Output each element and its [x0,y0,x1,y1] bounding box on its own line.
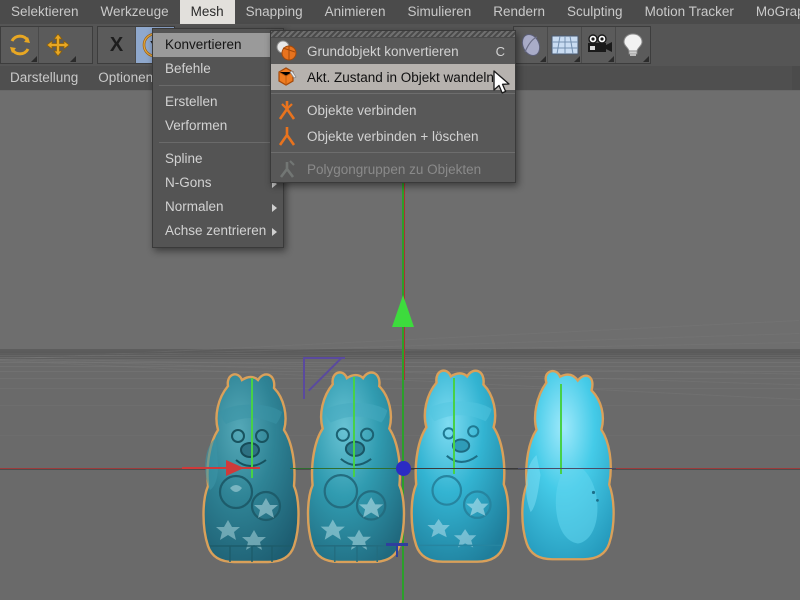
submenu-item-grundobjekt-konvertieren[interactable]: Grundobjekt konvertierenC [271,38,515,64]
menu-item-label: Achse zentrieren [165,223,266,238]
tool-corner-marker [608,56,614,62]
toolbar-group-transform-tools [0,26,93,64]
camera-icon [585,34,613,56]
submenu-separator [271,93,515,94]
axis-y-arrow-icon [392,295,414,327]
grid-floor-icon [551,34,579,56]
menu-item-n-gons[interactable]: N-Gons [153,171,283,195]
rotate-tool-button[interactable] [1,27,39,63]
chevron-right-icon [272,228,277,236]
gizmo-y-handle-2[interactable] [353,377,355,477]
menu-item-label: Verformen [165,118,227,133]
polygon-groups-icon [273,157,301,181]
menubar-item-werkzeuge[interactable]: Werkzeuge [90,0,180,24]
main-menu-bar: SelektierenWerkzeugeMeshSnappingAnimiere… [0,0,800,24]
light-bulb-icon [622,32,644,58]
submenu-item-label: Objekte verbinden [307,103,515,118]
tool-corner-marker [70,56,76,62]
menubar-item-rendern[interactable]: Rendern [482,0,556,24]
connect-objects-icon [273,98,301,122]
grid-line-horizon [0,352,800,353]
tool-corner-marker [643,56,649,62]
menu-item-spline[interactable]: Spline [153,147,283,171]
tool-corner-marker [574,56,580,62]
submenu-tearoff-grip[interactable] [271,31,515,38]
menu-item-konvertieren[interactable]: Konvertieren [153,33,283,57]
deformer-button[interactable] [514,27,548,63]
menu-item-normalen[interactable]: Normalen [153,195,283,219]
submenu-item-objekte-verbinden[interactable]: Objekte verbinden [271,97,515,123]
tool-corner-marker [31,56,37,62]
gizmo-y-handle-3[interactable] [453,378,455,474]
gizmo-z-stem[interactable] [396,543,398,557]
teddy-bear-3[interactable] [404,364,516,568]
submenu-item-label: Akt. Zustand in Objekt wandeln [307,70,515,85]
submenu-item-shortcut: C [496,44,505,59]
application-window: X Y [0,0,800,600]
menu-item-achse-zentrieren[interactable]: Achse zentrieren [153,219,283,243]
menu-item-label: Spline [165,151,203,166]
konvertieren-submenu[interactable]: Grundobjekt konvertierenC Akt. Zustand in… [270,30,516,183]
connect-delete-icon [273,124,301,148]
menu-item-erstellen[interactable]: Erstellen [153,90,283,114]
submenu-item-polygongruppen-zu-objekten[interactable]: Polygongruppen zu Objekten [271,156,515,182]
menu-item-label: Befehle [165,61,211,76]
grid-line-horizon [0,358,800,359]
axis-x-lock-button[interactable]: X [98,27,136,63]
menu-item-label: Erstellen [165,94,218,109]
menubar-item-selektieren[interactable]: Selektieren [0,0,90,24]
chevron-right-icon [272,204,277,212]
menubar-item-sculpting[interactable]: Sculpting [556,0,634,24]
grid-line-horizon [0,354,800,355]
gizmo-x-handle-3[interactable] [410,468,520,469]
mesh-menu-dropdown[interactable]: Konvertieren Befehle Erstellen Verformen Spl… [152,28,284,248]
move-tool-button[interactable] [39,27,77,63]
submenu-item-akt-zustand-in-objekt-wandeln[interactable]: Akt. Zustand in Objekt wandeln [271,64,515,90]
gizmo-x-handle-1[interactable] [182,467,260,469]
submenu-item-label: Polygongruppen zu Objekten [307,162,515,177]
axis-x-icon: X [110,34,123,57]
gizmo-y-handle-1[interactable] [251,378,253,478]
submenu-item-label: Grundobjekt konvertieren [307,44,496,59]
deformer-icon [518,32,544,58]
menu-separator [159,142,277,143]
grid-floor-button[interactable] [548,27,582,63]
rotate-icon [7,32,33,58]
menu-separator [159,85,277,86]
submenu-item-label: Objekte verbinden + löschen [307,129,515,144]
menu-item-label: N-Gons [165,175,212,190]
make-editable-icon [273,39,301,63]
menubar-item-mograph[interactable]: MoGraph [745,0,800,24]
grid-line-horizon [0,356,800,357]
menu-item-label: Konvertieren [165,37,242,52]
teddy-bear-4[interactable] [513,362,621,568]
menu-item-befehle[interactable]: Befehle [153,57,283,81]
tool-corner-marker [540,56,546,62]
camera-button[interactable] [582,27,616,63]
gizmo-x-arrow-icon[interactable] [226,460,244,476]
toolbar-group-render-view-tools [513,26,651,64]
menu-item-label: Normalen [165,199,224,214]
move-icon [45,32,71,58]
gizmo-center-handle[interactable] [396,461,411,476]
submenu-separator [271,152,515,153]
menubar-item-motion-tracker[interactable]: Motion Tracker [634,0,745,24]
menubar-item-animieren[interactable]: Animieren [314,0,397,24]
menubar-item-snapping[interactable]: Snapping [235,0,314,24]
current-state-to-object-icon [273,65,301,89]
gizmo-y-handle-4[interactable] [560,384,562,474]
gizmo-x-handle-2[interactable] [290,468,410,469]
submenu-item-objekte-verbinden-l-schen[interactable]: Objekte verbinden + löschen [271,123,515,149]
light-button[interactable] [616,27,650,63]
menubar-item-mesh[interactable]: Mesh [180,0,235,24]
menu-item-verformen[interactable]: Verformen [153,114,283,138]
menubar-item-simulieren[interactable]: Simulieren [396,0,482,24]
gizmo-x-handle-4[interactable] [518,468,616,469]
viewport-menu-darstellung[interactable]: Darstellung [0,66,88,90]
